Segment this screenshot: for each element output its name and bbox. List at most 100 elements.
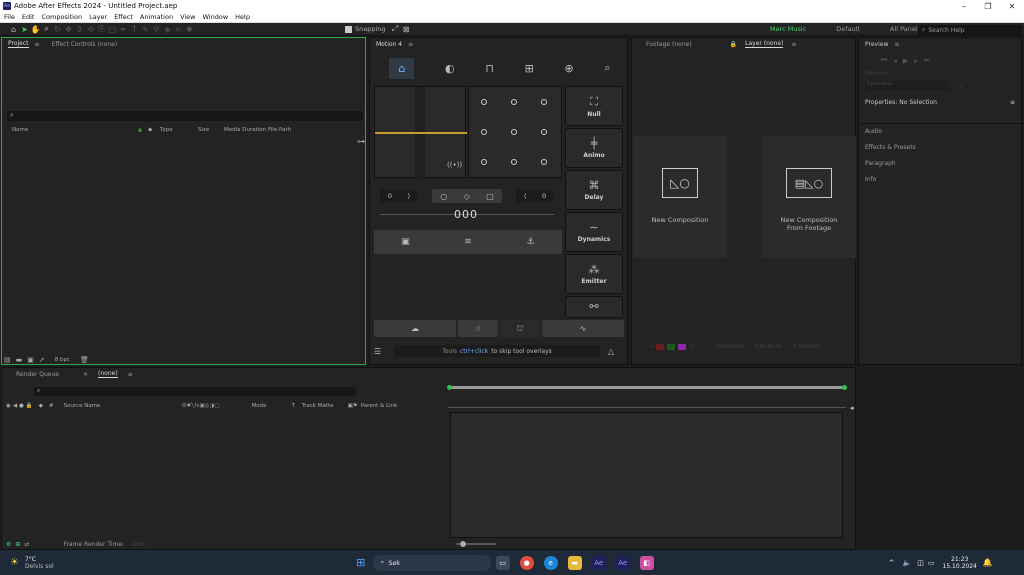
text-tool-icon[interactable]: T [129,24,140,35]
label-icon[interactable]: ◆ [39,403,43,409]
motion-graph[interactable]: ((•)) [374,86,467,179]
anchor-bottom-left[interactable] [481,159,487,165]
workspace-merc-music[interactable]: Merc Music [770,25,806,33]
menu-effect[interactable]: Effect [114,13,133,21]
anchor-top[interactable] [511,99,517,105]
tab-footage[interactable]: Footage (none) [646,41,692,48]
green-swatch[interactable] [667,344,676,350]
maximize-button[interactable]: ❐ [976,2,1000,11]
after-effects-taskbar-icon-2[interactable]: Ae [615,555,630,570]
settings-sliders-icon[interactable]: ☰ [374,347,394,356]
broadcast-icon[interactable]: ((•)) [447,161,462,169]
anchor-bottom-right[interactable] [541,159,547,165]
search-icon[interactable]: ⌕ [604,61,610,75]
anchor-top-left[interactable] [481,99,487,105]
notification-bell-icon[interactable]: 🔔 [983,558,993,567]
red-swatch[interactable] [656,344,665,350]
anchor-center[interactable] [511,129,517,135]
solo-icon[interactable]: ● [19,403,24,409]
home-icon[interactable]: ⌂ [8,24,19,35]
clock[interactable]: 21:23 15.10.2024 [943,556,977,570]
search-help-field[interactable]: ⌕ Search Help [918,25,1022,35]
wave-button[interactable]: ∿ [542,320,624,337]
layer-search-input[interactable]: ⌕ [34,387,356,396]
pan-tool-icon[interactable]: ✥ [63,24,74,35]
orbit-tool-icon[interactable]: ↻ [52,24,63,35]
stamp-button[interactable]: ⛫ [500,320,540,337]
diamond-icon[interactable]: ◇ [464,192,470,201]
selection-tool-icon[interactable]: ➤ [19,24,30,35]
puppet-tool-icon[interactable]: ✱ [184,24,195,35]
square-icon[interactable]: □ [486,192,494,201]
tab-project[interactable]: Project [8,40,29,48]
stretch-icon[interactable]: ⊓ [485,62,494,75]
tray-chevron-icon[interactable]: ^ [889,559,895,567]
dolly-tool-icon[interactable]: ⇕ [74,24,85,35]
delay-button[interactable]: ⌘ Delay [565,170,623,210]
cloud-button[interactable]: ☁ [374,320,456,337]
menu-file[interactable]: File [4,13,15,21]
menu-animation[interactable]: Animation [140,13,173,21]
mask-tool-icon[interactable]: ▢ [107,24,118,35]
menu-window[interactable]: Window [203,13,229,21]
shortcut-dropdown-icon[interactable]: ⌄ [959,82,964,89]
snap-grid-icon[interactable]: ⊠ [401,24,412,35]
canvas-icon[interactable]: ▣ [401,237,410,247]
timecode-2[interactable]: 0;00;00;00 [755,344,782,350]
comp-marker-icon[interactable]: ◂ [850,404,854,412]
interpret-footage-icon[interactable]: ▤ [4,356,11,364]
transfer-icon[interactable]: ⇄ [24,541,29,548]
column-name[interactable]: Name [12,127,138,133]
pen-tool-icon[interactable]: ✒ [118,24,129,35]
work-area-start-handle[interactable] [447,385,452,390]
work-area-bar[interactable] [447,385,847,390]
shape-selector[interactable]: ○ ◇ □ [432,189,502,203]
preview-title[interactable]: Preview [865,41,888,48]
menu-layer[interactable]: Layer [89,13,107,21]
zoom-slider-handle[interactable] [460,541,466,547]
anchor-bottom[interactable] [511,159,517,165]
close-button[interactable]: ✕ [1000,2,1024,11]
column-parent-link[interactable]: Parent & Link [361,403,398,409]
hand-button[interactable]: ☝ [458,320,498,337]
next-frame-icon[interactable]: ▸ [914,57,918,65]
play-icon[interactable]: ▶ [903,57,908,65]
weather-sun-icon[interactable]: ☀ [10,557,19,568]
zoom-tool-icon[interactable]: ⌕ [41,24,52,35]
column-source-name[interactable]: Source Name [64,403,182,409]
drop-icon[interactable]: ◐ [445,62,455,75]
tab-render-queue[interactable]: Render Queue [16,371,59,378]
lock-icon[interactable]: 🔒 [26,403,33,409]
layer-lock-icon[interactable]: 🔒 [730,41,737,48]
anchor-top-right[interactable] [541,99,547,105]
new-comp-icon[interactable]: ▣ [27,356,34,364]
menu-view[interactable]: View [180,13,195,21]
windows-start-icon[interactable]: ⊞ [354,556,368,570]
column-t[interactable]: T [292,403,302,409]
file-explorer-icon[interactable]: ▬ [567,555,582,570]
edge-icon[interactable]: e [543,555,558,570]
render-icon[interactable]: ⚙ [6,541,11,548]
audio-icon[interactable]: ◀ [13,403,17,409]
switches-icons[interactable]: ⚙✱╲fx▣◎◑▢ [182,403,252,409]
after-effects-taskbar-icon[interactable]: Ae [591,555,606,570]
hand-tool-icon[interactable]: ✋ [30,24,41,35]
anchor-left[interactable] [481,129,487,135]
render-icon[interactable]: ➚ [39,356,45,364]
weather-widget[interactable]: 7°C Delvis sol [25,556,54,570]
viewer-menu-icon[interactable]: ≡ [791,41,796,48]
column-mode[interactable]: Mode [252,403,292,409]
properties-menu-icon[interactable]: ≡ [1010,99,1015,106]
tab-effect-controls[interactable]: Effect Controls (none) [52,41,118,48]
project-menu-icon[interactable]: ≡ [35,41,40,48]
eraser-tool-icon[interactable]: ◈ [162,24,173,35]
column-type[interactable]: Type [160,127,198,133]
tab-layer[interactable]: Layer (none) [745,40,784,48]
new-composition-tile[interactable]: ◺○ New Composition [633,136,727,258]
expand-icon[interactable]: ⊞ [15,541,20,548]
animo-button[interactable]: ╪ Animo [565,128,623,168]
snap-options-icon[interactable]: ⤢ [390,24,401,35]
emitter-button[interactable]: ⁂ Emitter [565,254,623,294]
section-audio[interactable]: Audio [865,128,882,135]
section-info[interactable]: Info [865,176,876,183]
